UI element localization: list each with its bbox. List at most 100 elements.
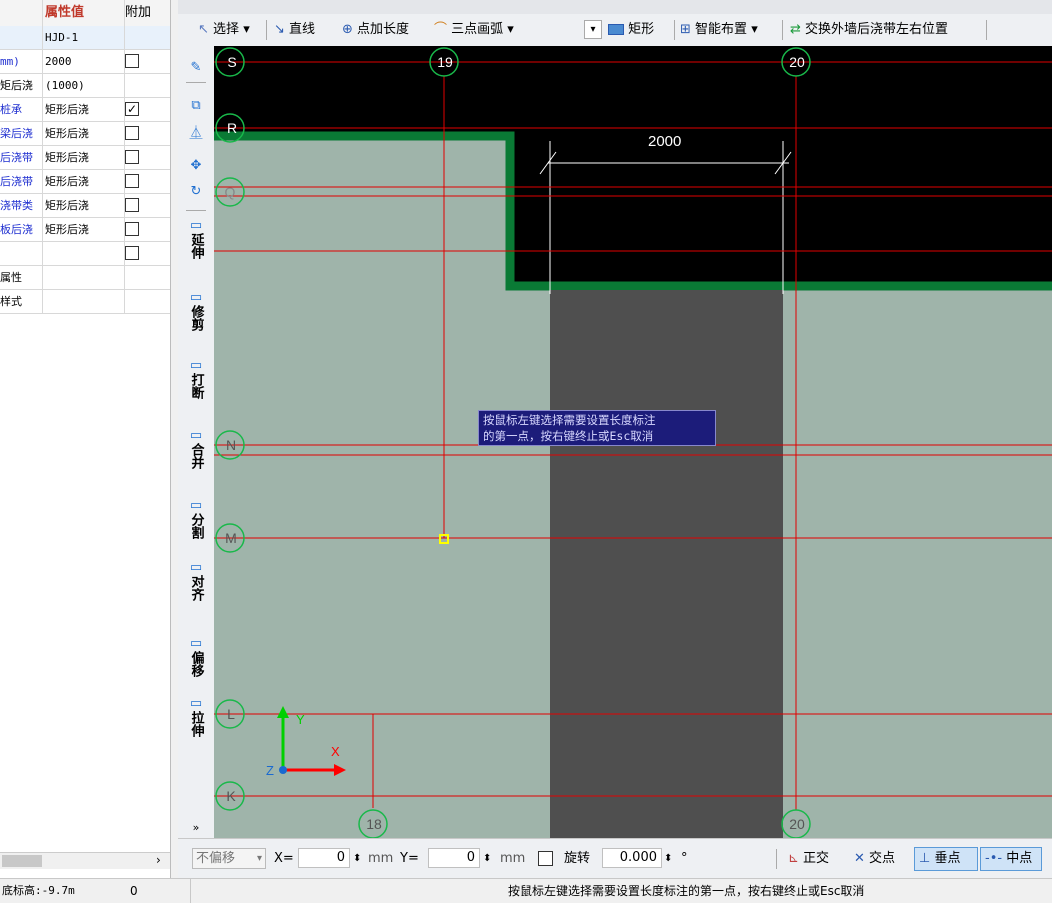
- scroll-right-icon[interactable]: ›: [156, 853, 161, 867]
- attach-checkbox[interactable]: [125, 54, 139, 68]
- point-length-label: 点加长度: [357, 22, 410, 37]
- intersection-snap-button[interactable]: ✕ 交点: [854, 849, 895, 869]
- expand-more-icon[interactable]: »: [178, 820, 214, 835]
- property-row[interactable]: 属性: [0, 266, 170, 290]
- coordinate-bar: 不偏移 ▾ X= 0 ⬍ mm Y= 0 ⬍ mm 旋转 0.000 ⬍ ° ⊾ …: [178, 838, 1052, 879]
- scrollbar-thumb[interactable]: [2, 855, 42, 867]
- property-value[interactable]: 矩形后浇: [43, 146, 125, 169]
- property-value[interactable]: [43, 242, 125, 265]
- property-value[interactable]: [43, 266, 125, 289]
- property-row[interactable]: mm) 2000: [0, 50, 170, 74]
- vertical-tool-label: 延伸: [188, 233, 204, 259]
- attach-checkbox[interactable]: [125, 126, 139, 140]
- vertical-tool-button[interactable]: ▭ 打断: [178, 358, 214, 399]
- property-row[interactable]: 样式: [0, 290, 170, 314]
- property-row[interactable]: 桩承 矩形后浇 ✓: [0, 98, 170, 122]
- perpendicular-label: 垂点: [934, 851, 961, 866]
- align-icon: ▭: [189, 560, 203, 575]
- rotate-spinner-icon[interactable]: ⬍: [664, 849, 672, 869]
- y-spinner-icon[interactable]: ⬍: [483, 849, 491, 869]
- smart-layout-button[interactable]: ⊞ 智能布置 ▾: [680, 20, 758, 40]
- attach-checkbox[interactable]: [125, 198, 139, 212]
- property-value[interactable]: [43, 290, 125, 313]
- axis-label-K: K: [226, 788, 236, 804]
- property-row[interactable]: 后浇带 矩形后浇: [0, 170, 170, 194]
- property-row[interactable]: 浇带类 矩形后浇: [0, 194, 170, 218]
- separator: [674, 20, 675, 40]
- x-input[interactable]: 0: [298, 848, 350, 868]
- offset-mode-label: 不偏移: [196, 851, 236, 866]
- offset-icon: ▭: [189, 636, 203, 651]
- property-value[interactable]: 矩形后浇: [43, 218, 125, 241]
- attach-checkbox[interactable]: [125, 222, 139, 236]
- vertical-tool-button[interactable]: ▭ 合并: [178, 428, 214, 469]
- y-input[interactable]: 0: [428, 848, 480, 868]
- trim-icon: ▭: [189, 290, 203, 305]
- point-plus-icon: ⊕: [342, 22, 353, 37]
- perpendicular-icon: ⊥: [919, 851, 931, 866]
- rotate-checkbox[interactable]: [538, 851, 553, 866]
- separator: [266, 20, 267, 40]
- x-spinner-icon[interactable]: ⬍: [353, 849, 361, 869]
- vertical-tool-button[interactable]: ▭ 分割: [178, 498, 214, 539]
- vertical-tool-label: 分割: [188, 513, 204, 539]
- mirror-icon[interactable]: ⏅: [178, 126, 214, 141]
- tooltip-line-1: 按鼠标左键选择需要设置长度标注: [483, 413, 656, 427]
- horizontal-scrollbar[interactable]: ›: [0, 852, 170, 869]
- vertical-tool-button[interactable]: ▭ 偏移: [178, 636, 214, 677]
- brush-icon[interactable]: ✎: [178, 60, 214, 75]
- vertical-tool-label: 对齐: [188, 575, 204, 601]
- property-row[interactable]: 板后浇 矩形后浇: [0, 218, 170, 242]
- select-tool-button[interactable]: ↖ 选择 ▾: [198, 20, 250, 40]
- three-point-arc-button[interactable]: ⌒ 三点画弧 ▾: [434, 20, 514, 40]
- attach-checkbox[interactable]: ✓: [125, 102, 139, 116]
- offset-mode-dropdown[interactable]: 不偏移 ▾: [192, 848, 266, 869]
- vertical-tool-button[interactable]: ▭ 延伸: [178, 218, 214, 259]
- attach-checkbox[interactable]: [125, 246, 139, 260]
- arc-dropdown[interactable]: ▾: [584, 20, 602, 39]
- drawing-canvas[interactable]: 2000 S R Q N M L K 19 20 18 20 Y X Z 按鼠标…: [214, 46, 1052, 840]
- x-label: X=: [274, 851, 294, 866]
- ucs-y-label: Y: [296, 712, 305, 727]
- property-value[interactable]: 矩形后浇: [43, 194, 125, 217]
- chevron-down-icon: ▾: [256, 853, 262, 864]
- separator: [986, 20, 987, 40]
- rect-label: 矩形: [628, 22, 655, 37]
- property-row[interactable]: HJD-1: [0, 26, 170, 50]
- property-row[interactable]: [0, 242, 170, 266]
- attach-checkbox[interactable]: [125, 174, 139, 188]
- rotate-input[interactable]: 0.000: [602, 848, 662, 868]
- ortho-snap-button[interactable]: ⊾ 正交: [788, 849, 829, 869]
- line-tool-button[interactable]: ↘ 直线: [274, 20, 315, 40]
- property-value[interactable]: 2000: [43, 50, 125, 73]
- property-row[interactable]: 梁后浇 矩形后浇: [0, 122, 170, 146]
- select-label: 选择: [213, 22, 240, 37]
- copy-icon[interactable]: ⧉: [178, 98, 214, 113]
- axis-label-18: 18: [366, 816, 382, 832]
- property-row[interactable]: 矩后浇 (1000): [0, 74, 170, 98]
- swap-wall-button[interactable]: ⇄ 交换外墙后浇带左右位置: [790, 20, 948, 40]
- vertical-tool-button[interactable]: ▭ 拉伸: [178, 696, 214, 737]
- axis-label-S: S: [227, 54, 236, 70]
- property-value[interactable]: HJD-1: [43, 26, 125, 49]
- property-value[interactable]: 矩形后浇: [43, 170, 125, 193]
- rect-tool-button[interactable]: 矩形: [608, 20, 654, 40]
- midpoint-snap-button[interactable]: -•- 中点: [980, 847, 1042, 871]
- axis-label-19: 19: [437, 54, 453, 70]
- property-attach-cell: [123, 290, 170, 313]
- move-icon[interactable]: ✥: [178, 158, 214, 173]
- property-row[interactable]: 后浇带 矩形后浇: [0, 146, 170, 170]
- attach-checkbox[interactable]: [125, 150, 139, 164]
- perpendicular-snap-button[interactable]: ⊥ 垂点: [914, 847, 978, 871]
- property-value[interactable]: 矩形后浇: [43, 98, 125, 121]
- rotate-label: 旋转: [564, 851, 591, 866]
- property-value[interactable]: 矩形后浇: [43, 122, 125, 145]
- property-value[interactable]: (1000): [43, 74, 125, 97]
- point-length-button[interactable]: ⊕ 点加长度: [342, 20, 409, 40]
- rotate-icon[interactable]: ↻: [178, 184, 214, 199]
- separator: [186, 210, 206, 211]
- vertical-tool-button[interactable]: ▭ 对齐: [178, 560, 214, 601]
- upper-toolbar-strip: [178, 0, 1052, 14]
- axis-label-L: L: [227, 706, 235, 722]
- vertical-tool-button[interactable]: ▭ 修剪: [178, 290, 214, 331]
